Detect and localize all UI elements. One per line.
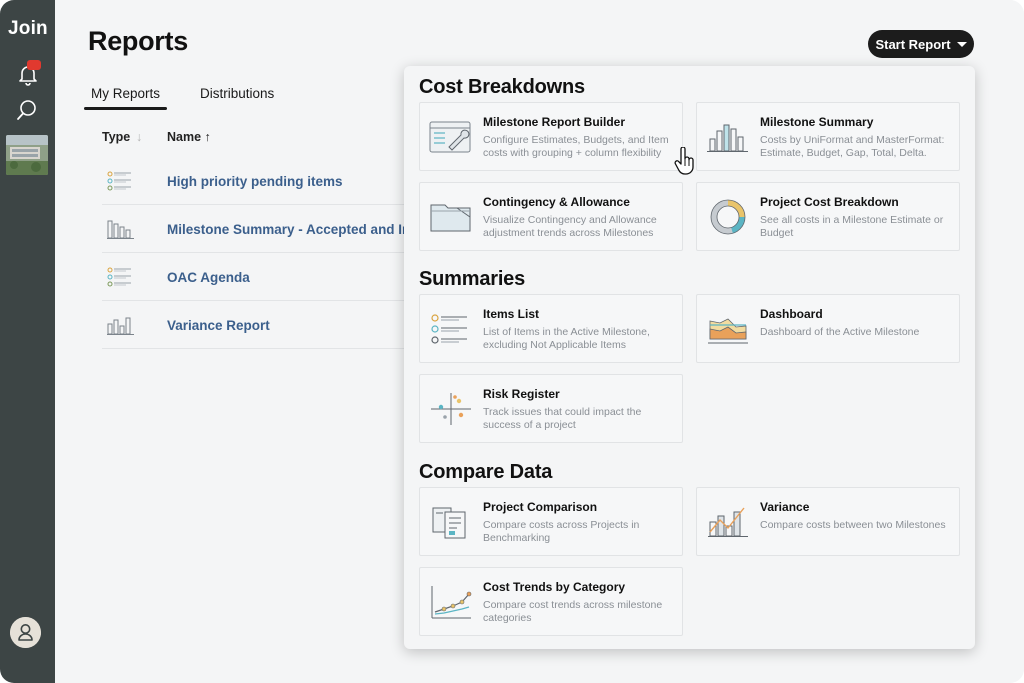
card-description: Compare costs across Projects in Benchma… xyxy=(483,519,640,544)
project-comparison-icon xyxy=(432,507,466,539)
card-description: Visualize Contingency and Allowance adju… xyxy=(483,214,657,239)
card-description: Configure Estimates, Budgets, and Item c… xyxy=(483,134,669,159)
app-window: Join Reports Start Report My Reports Dis… xyxy=(0,0,1024,683)
report-link[interactable]: OAC Agenda xyxy=(167,270,250,285)
card-description: List of Items in the Active Milestone, e… xyxy=(483,326,650,351)
sidebar: Join xyxy=(0,0,55,683)
card-project-cost-breakdown[interactable]: Project Cost Breakdown See all costs in … xyxy=(696,182,960,251)
card-title: Project Cost Breakdown xyxy=(760,195,899,209)
bar-chart-icon xyxy=(707,124,748,152)
card-title: Milestone Report Builder xyxy=(483,115,626,129)
table-header: Type ↓ Name ↑ xyxy=(102,130,422,146)
table-row[interactable]: High priority pending items xyxy=(102,157,422,205)
variance-icon xyxy=(708,507,748,537)
section-title-compare-data: Compare Data xyxy=(419,461,553,483)
section-title-summaries: Summaries xyxy=(419,268,526,290)
card-title: Risk Register xyxy=(483,387,560,401)
pointer-hand-icon xyxy=(674,147,694,175)
table-row[interactable]: OAC Agenda xyxy=(102,253,422,301)
card-title: Contingency & Allowance xyxy=(483,195,630,209)
card-milestone-summary[interactable]: Milestone Summary Costs by UniFormat and… xyxy=(696,102,960,171)
card-title: Project Comparison xyxy=(483,500,598,514)
card-description: Track issues that could impact the succe… xyxy=(483,406,642,431)
card-description: Dashboard of the Active Milestone xyxy=(760,326,920,338)
logo[interactable]: Join xyxy=(8,18,48,40)
tabs: My Reports Distributions xyxy=(84,84,281,110)
column-header-name[interactable]: Name ↑ xyxy=(167,130,211,144)
tab-distributions[interactable]: Distributions xyxy=(193,84,281,108)
card-cost-trends-by-category[interactable]: Cost Trends by Category Compare cost tre… xyxy=(419,567,683,636)
card-title: Items List xyxy=(483,307,540,321)
card-project-comparison[interactable]: Project Comparison Compare costs across … xyxy=(419,487,683,556)
report-link[interactable]: High priority pending items xyxy=(167,174,343,189)
donut-chart-icon xyxy=(710,199,746,235)
caret-down-icon xyxy=(956,41,967,47)
items-list-icon xyxy=(107,267,131,287)
report-builder-icon xyxy=(429,121,471,153)
sort-arrow-down-icon[interactable]: ↓ xyxy=(136,130,142,144)
dashboard-icon xyxy=(708,318,748,344)
card-title: Dashboard xyxy=(760,307,823,321)
reports-table: High priority pending items Milestone Su… xyxy=(102,157,422,349)
card-description: See all costs in a Milestone Estimate or… xyxy=(760,214,944,239)
report-link[interactable]: Milestone Summary - Accepted and In xyxy=(167,222,410,237)
page-title: Reports xyxy=(88,26,188,56)
card-variance[interactable]: Variance Compare costs between two Miles… xyxy=(696,487,960,556)
start-report-label: Start Report xyxy=(875,36,951,52)
notification-badge xyxy=(27,60,41,70)
card-risk-register[interactable]: Risk Register Track issues that could im… xyxy=(419,374,683,443)
tab-my-reports[interactable]: My Reports xyxy=(84,84,168,110)
card-milestone-report-builder[interactable]: Milestone Report Builder Configure Estim… xyxy=(419,102,683,171)
project-thumbnail[interactable] xyxy=(6,135,48,175)
search-icon[interactable] xyxy=(16,99,38,121)
card-title: Cost Trends by Category xyxy=(483,580,626,594)
bar-chart-icon xyxy=(107,220,134,239)
column-header-type[interactable]: Type xyxy=(102,130,130,144)
folder-chart-icon xyxy=(430,204,471,232)
card-title: Variance xyxy=(760,500,810,514)
bar-chart-icon xyxy=(107,317,134,335)
card-description: Costs by UniFormat and MasterFormat: Est… xyxy=(760,134,945,159)
card-title: Milestone Summary xyxy=(760,115,874,129)
card-description: Compare costs between two Milestones xyxy=(760,519,946,531)
section-title-cost-breakdowns: Cost Breakdowns xyxy=(419,76,585,98)
start-report-button[interactable]: Start Report xyxy=(868,30,974,58)
table-row[interactable]: Milestone Summary - Accepted and In xyxy=(102,205,422,253)
report-link[interactable]: Variance Report xyxy=(167,318,270,333)
table-row[interactable]: Variance Report xyxy=(102,301,422,349)
risk-register-icon xyxy=(431,393,471,425)
column-header-name-label: Name xyxy=(167,130,202,144)
sort-arrow-up-icon: ↑ xyxy=(204,130,211,144)
card-contingency-allowance[interactable]: Contingency & Allowance Visualize Contin… xyxy=(419,182,683,251)
items-list-icon xyxy=(431,314,467,344)
items-list-icon xyxy=(107,171,131,191)
card-description: Compare cost trends across milestone cat… xyxy=(483,599,663,624)
card-items-list[interactable]: Items List List of Items in the Active M… xyxy=(419,294,683,363)
trend-line-icon xyxy=(431,586,472,619)
avatar[interactable] xyxy=(10,617,41,648)
card-dashboard[interactable]: Dashboard Dashboard of the Active Milest… xyxy=(696,294,960,363)
